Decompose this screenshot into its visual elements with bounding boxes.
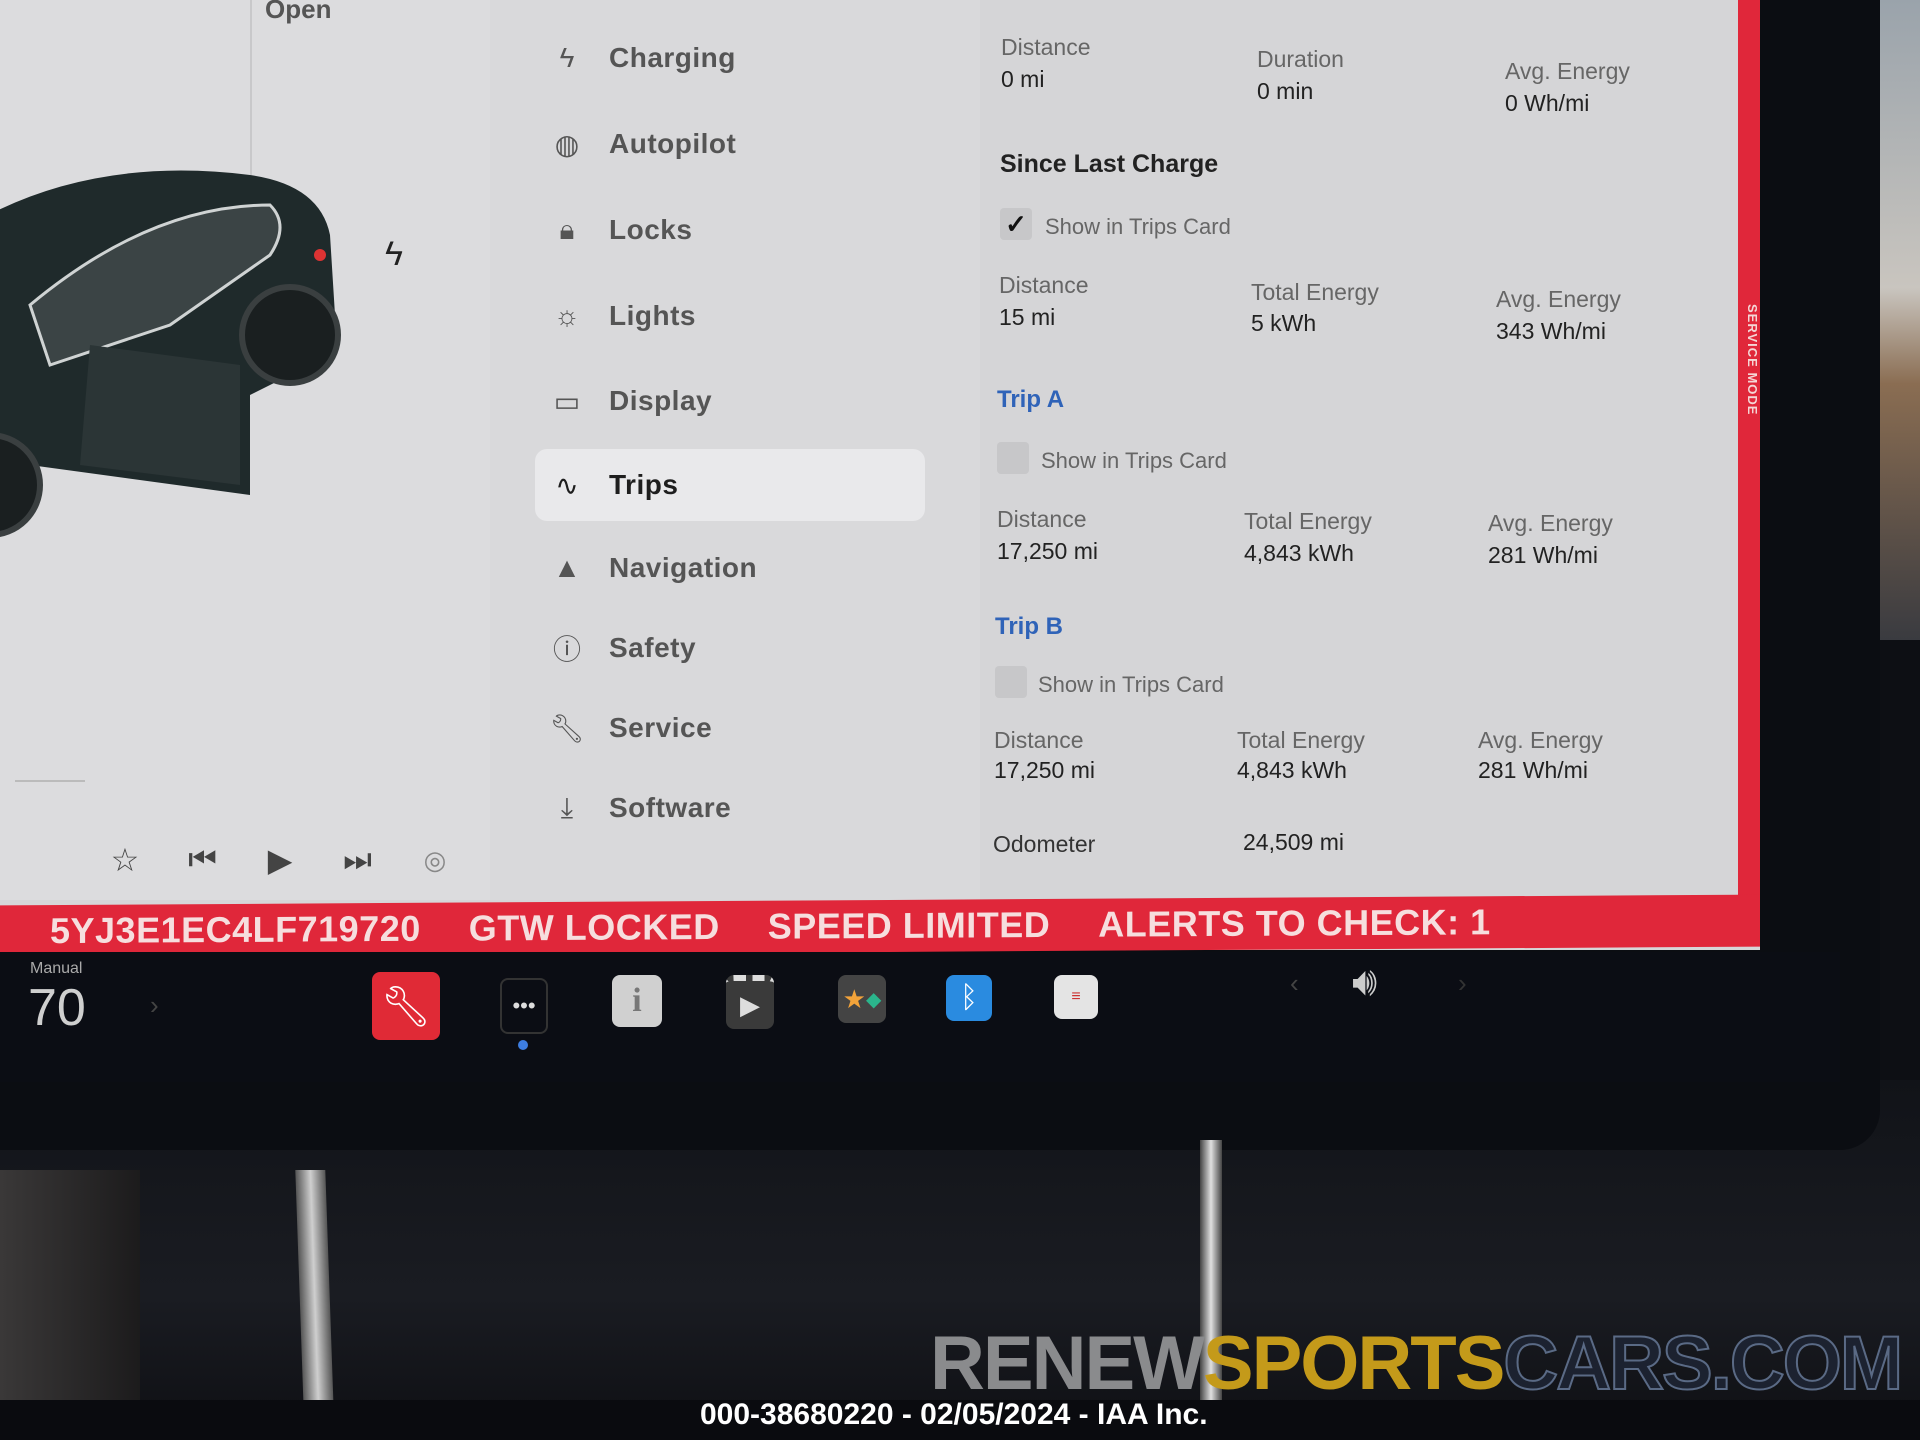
light-bulb-icon: ☼ xyxy=(554,300,580,331)
charge-port-bolt-icon[interactable]: ϟ xyxy=(385,235,403,274)
stat-label: Avg. Energy xyxy=(1488,510,1613,536)
stat-label: Duration xyxy=(1257,46,1344,72)
sidebar-item-display[interactable]: ▭ Display xyxy=(535,365,925,437)
stat-value: 15 mi xyxy=(999,304,1056,330)
checkbox-label: Show in Trips Card xyxy=(1038,672,1224,697)
stat-value: 17,250 mi xyxy=(997,538,1099,564)
odometer-label: Odometer xyxy=(993,831,1096,857)
sidebar-item-locks[interactable]: 🔒︎ Locks xyxy=(535,194,925,266)
calendar-icon[interactable]: ≡ xyxy=(1054,975,1098,1019)
trips-icon: ∿ xyxy=(555,469,579,501)
notification-dot xyxy=(518,1040,528,1050)
checkbox-label: Show in Trips Card xyxy=(1041,448,1227,473)
cabin-temperature[interactable]: 70 xyxy=(28,978,86,1038)
bolt-icon: ϟ xyxy=(559,42,575,73)
taskbar xyxy=(0,952,1840,1082)
stat-label: Total Energy xyxy=(1251,279,1379,305)
climate-mode-label: Manual xyxy=(30,960,83,977)
car-model-image[interactable] xyxy=(0,165,370,545)
watermark-logo: RENEWSPORTSCARS.COM xyxy=(930,1320,1904,1407)
navigation-arrow-icon: ▲ xyxy=(553,552,581,583)
stat-label: Avg. Energy xyxy=(1496,286,1621,312)
watermark-part: SPORTS xyxy=(1202,1321,1505,1406)
sidebar-item-service[interactable]: 🔧︎ Service xyxy=(535,692,925,764)
lock-icon: 🔒︎ xyxy=(559,213,575,245)
stat-value: 343 Wh/mi xyxy=(1496,318,1606,344)
trunk-open-label[interactable]: Open xyxy=(265,0,331,25)
alert-circle-icon: ⓘ xyxy=(552,634,581,665)
sidebar-item-navigation[interactable]: ▲ Navigation xyxy=(535,532,925,604)
bluetooth-icon[interactable]: ᛒ xyxy=(946,975,992,1021)
settings-sidebar: ϟ Charging ◍ Autopilot 🔒︎ Locks ☼ Lights… xyxy=(490,0,980,900)
stat-value: 17,250 mi xyxy=(994,757,1096,783)
stat-value: 0 min xyxy=(1257,78,1314,104)
sidebar-item-trips[interactable]: ∿ Trips xyxy=(535,449,925,521)
checkbox-label: Show in Trips Card xyxy=(1045,214,1231,239)
owners-manual-icon[interactable]: i xyxy=(612,975,662,1027)
stat-label: Total Energy xyxy=(1237,727,1365,753)
service-alert-bar: 5YJ3E1EC4LF719720 GTW LOCKED SPEED LIMIT… xyxy=(0,894,1760,958)
stat-label: Distance xyxy=(997,506,1087,532)
volume-down-chevron-icon[interactable]: ‹ xyxy=(1290,968,1299,999)
more-apps-icon[interactable]: ••• xyxy=(500,978,548,1034)
stat-value: 281 Wh/mi xyxy=(1478,757,1588,783)
radio-source-icon[interactable]: ◎ xyxy=(410,845,460,876)
stat-label: Avg. Energy xyxy=(1478,727,1603,753)
stat-label: Distance xyxy=(994,727,1084,753)
alerts-to-check[interactable]: ALERTS TO CHECK: 1 xyxy=(1098,901,1490,945)
trip-a-checkbox[interactable] xyxy=(997,442,1029,474)
speed-limited-alert: SPEED LIMITED xyxy=(767,903,1051,947)
media-progress-bar[interactable] xyxy=(15,780,85,782)
previous-track-icon[interactable]: ⏮ xyxy=(178,841,228,879)
gtw-locked-alert: GTW LOCKED xyxy=(468,905,720,949)
trip-b-title: Trip B xyxy=(995,613,1064,640)
stat-value: 0 mi xyxy=(1001,66,1045,92)
steering-wheel-icon: ◍ xyxy=(554,128,580,160)
checkmark-icon: ✓ xyxy=(1005,208,1027,239)
next-track-icon[interactable]: ⏭ xyxy=(333,841,383,879)
volume-up-chevron-icon[interactable]: › xyxy=(1458,968,1467,999)
speaker-volume-icon[interactable]: 🔊︎ xyxy=(1352,960,1377,1005)
favorite-star-icon[interactable]: ☆ xyxy=(100,841,150,879)
divider xyxy=(250,0,252,180)
watermark-part: CARS.COM xyxy=(1502,1320,1904,1407)
watermark-part: RENEW xyxy=(930,1321,1205,1406)
since-last-charge-title: Since Last Charge xyxy=(1000,150,1219,178)
stat-value: 4,843 kWh xyxy=(1244,540,1354,566)
auction-caption: 000-38680220 - 02/05/2024 - IAA Inc. xyxy=(700,1398,1208,1431)
stat-value: 281 Wh/mi xyxy=(1488,542,1598,568)
temperature-increase-chevron-icon[interactable]: › xyxy=(150,990,159,1021)
stat-value: 0 Wh/mi xyxy=(1505,90,1590,116)
toybox-icon[interactable]: ★ ◆ xyxy=(838,975,886,1023)
sidebar-item-software[interactable]: ⤓ Software xyxy=(535,772,925,844)
odometer-value: 24,509 mi xyxy=(1243,829,1345,855)
sidebar-item-charging[interactable]: ϟ Charging xyxy=(535,22,925,94)
service-mode-frame xyxy=(1738,0,1760,900)
trip-a-title: Trip A xyxy=(997,386,1065,413)
sidebar-item-autopilot[interactable]: ◍ Autopilot xyxy=(535,108,925,180)
service-app-wrench-icon[interactable]: 🔧︎ xyxy=(372,972,440,1040)
media-controls: ☆ ⏮ ▶ ⏭ ◎ xyxy=(100,835,460,885)
trip-b-checkbox[interactable] xyxy=(995,666,1027,698)
stat-value: 4,843 kWh xyxy=(1237,757,1347,783)
wrench-icon: 🔧︎ xyxy=(549,712,585,744)
trips-content: Distance 0 mi Duration 0 min Avg. Energy… xyxy=(980,0,1738,900)
stat-label: Distance xyxy=(1001,34,1091,60)
stat-label: Total Energy xyxy=(1244,508,1372,534)
theater-play-icon[interactable]: ▶ xyxy=(726,975,774,1029)
sidebar-item-lights[interactable]: ☼ Lights xyxy=(535,280,925,352)
stat-label: Avg. Energy xyxy=(1505,58,1630,84)
service-mode-label: SERVICE MODE xyxy=(1745,304,1760,416)
since-last-charge-checkbox[interactable]: ✓ xyxy=(1000,208,1032,240)
play-icon[interactable]: ▶ xyxy=(255,841,305,879)
display-icon: ▭ xyxy=(553,385,581,417)
vin-alert: 5YJ3E1EC4LF719720 xyxy=(50,907,421,952)
stat-label: Distance xyxy=(999,272,1089,298)
stat-value: 5 kWh xyxy=(1251,310,1317,336)
sidebar-item-safety[interactable]: ⓘ Safety xyxy=(535,612,925,684)
download-icon: ⤓ xyxy=(560,791,574,823)
